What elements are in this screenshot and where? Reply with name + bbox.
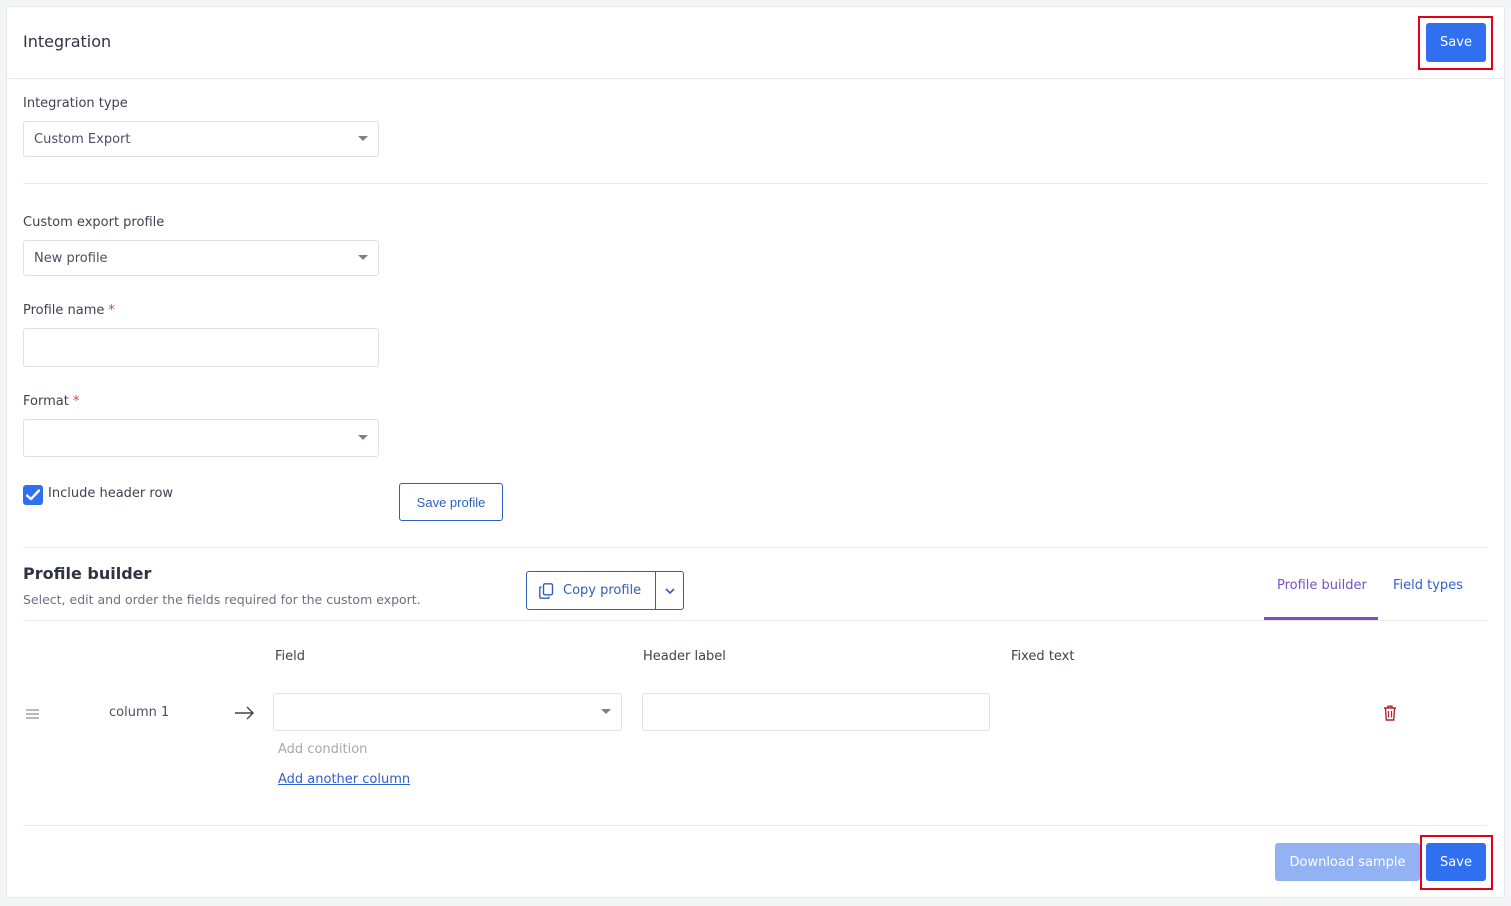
fixed-text-column-header: Fixed text <box>1011 649 1075 664</box>
copy-profile-split-button: Copy profile <box>526 571 684 610</box>
chevron-down-icon <box>358 435 368 440</box>
chevron-down-icon <box>601 709 611 714</box>
add-condition-link[interactable]: Add condition <box>278 742 367 757</box>
required-mark: * <box>108 303 115 318</box>
integration-type-label: Integration type <box>23 96 128 111</box>
chevron-down-icon <box>358 255 368 260</box>
add-another-column-link[interactable]: Add another column <box>278 772 410 787</box>
export-profile-value: New profile <box>34 250 108 266</box>
tab-profile-builder[interactable]: Profile builder <box>1277 578 1367 593</box>
include-header-label: Include header row <box>48 486 174 501</box>
section-divider-2 <box>23 547 1487 548</box>
save-button-bottom[interactable]: Save <box>1426 843 1486 881</box>
download-sample-button[interactable]: Download sample <box>1275 843 1420 881</box>
header-divider <box>7 78 1504 79</box>
format-label-text: Format <box>23 394 69 409</box>
trash-icon[interactable] <box>1383 705 1397 725</box>
arrow-right-icon <box>235 705 255 724</box>
tabs-divider <box>23 620 1487 621</box>
profile-builder-title: Profile builder <box>23 564 152 583</box>
save-button-top[interactable]: Save <box>1426 23 1486 62</box>
field-select[interactable] <box>273 693 622 731</box>
profile-name-label: Profile name * <box>23 303 115 318</box>
chevron-down-icon <box>664 587 675 594</box>
field-column-header: Field <box>275 649 306 664</box>
format-label: Format * <box>23 394 79 409</box>
column-name: column 1 <box>109 705 170 720</box>
include-header-checkbox[interactable] <box>23 485 43 505</box>
page-title: Integration <box>23 32 112 51</box>
export-profile-label: Custom export profile <box>23 215 165 230</box>
integration-type-select[interactable]: Custom Export <box>23 121 379 157</box>
tab-field-types[interactable]: Field types <box>1393 578 1463 593</box>
footer-divider <box>23 825 1487 826</box>
chevron-down-icon <box>358 136 368 141</box>
profile-builder-description: Select, edit and order the fields requir… <box>23 592 421 607</box>
check-icon <box>26 489 40 501</box>
profile-name-input[interactable] <box>23 328 379 367</box>
header-label-input[interactable] <box>642 693 990 731</box>
copy-profile-label: Copy profile <box>563 583 642 598</box>
header-label-column-header: Header label <box>643 649 726 664</box>
copy-profile-button[interactable]: Copy profile <box>527 572 656 609</box>
integration-type-value: Custom Export <box>34 131 131 147</box>
profile-name-label-text: Profile name <box>23 303 105 318</box>
format-select[interactable] <box>23 419 379 457</box>
section-divider-1 <box>23 183 1487 184</box>
copy-icon <box>539 582 554 599</box>
save-profile-button[interactable]: Save profile <box>399 483 503 521</box>
required-mark: * <box>72 394 80 409</box>
drag-handle-icon[interactable] <box>26 704 39 723</box>
export-profile-select[interactable]: New profile <box>23 240 379 276</box>
copy-profile-dropdown[interactable] <box>656 572 683 609</box>
